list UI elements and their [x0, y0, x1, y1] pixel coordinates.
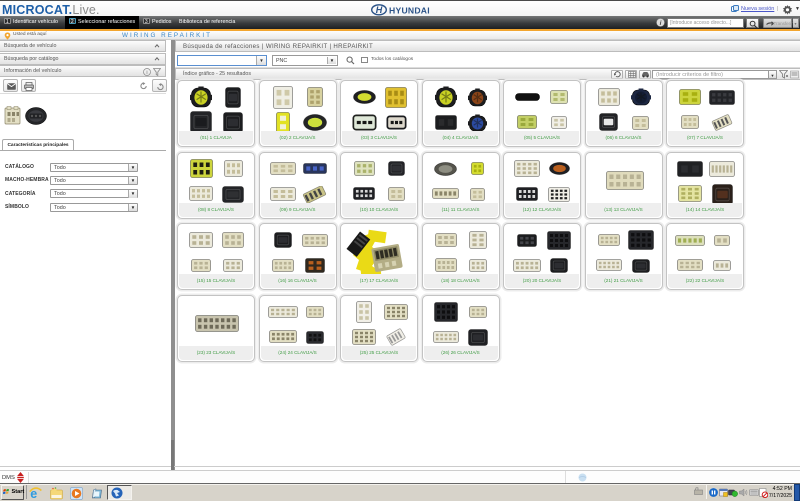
- svg-text:i: i: [660, 20, 662, 27]
- svg-text:i: i: [146, 70, 147, 76]
- svg-text:HYUNDAI: HYUNDAI: [389, 5, 430, 15]
- svg-text:H: H: [376, 5, 383, 15]
